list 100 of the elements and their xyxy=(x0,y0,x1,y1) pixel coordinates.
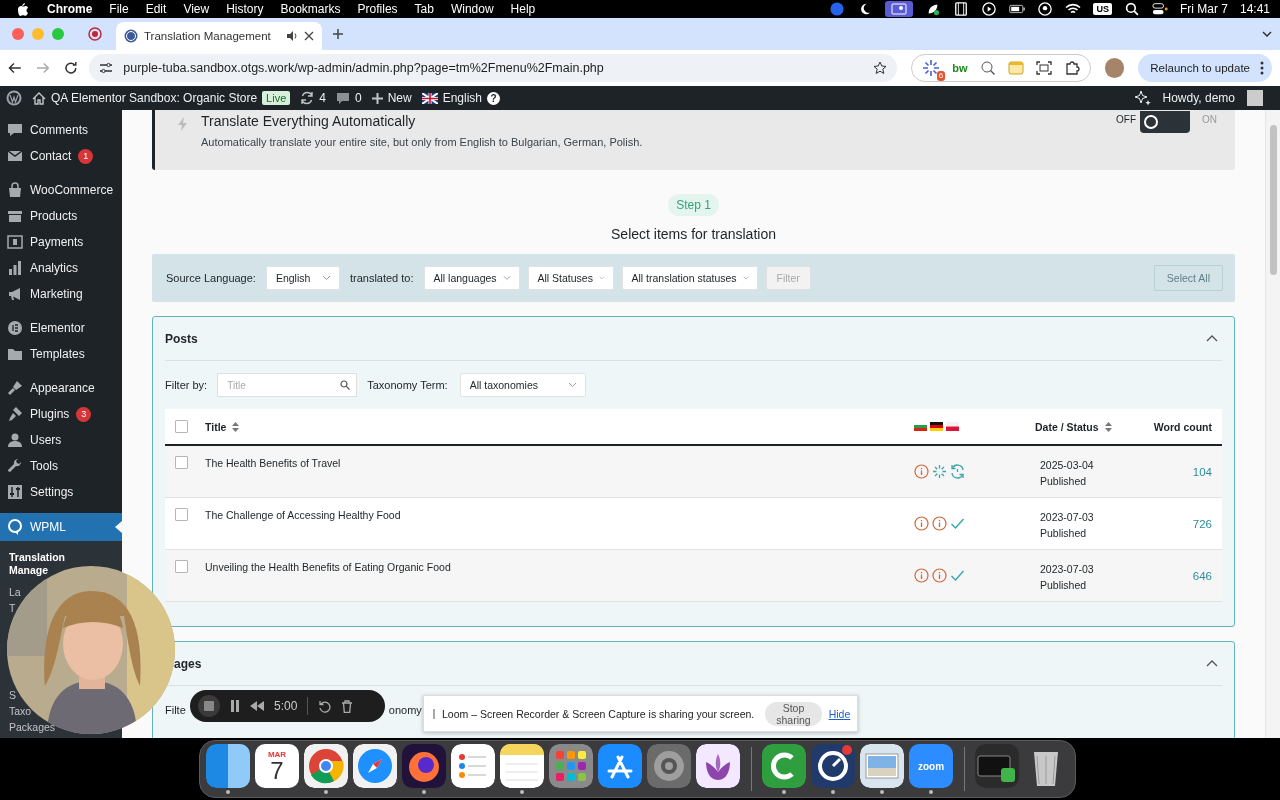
submenu-item[interactable]: Taxo xyxy=(9,705,32,718)
app-icon[interactable] xyxy=(549,744,593,788)
sidebar-item[interactable]: Analytics xyxy=(0,255,122,281)
menu-item[interactable]: Window xyxy=(450,2,494,16)
menu-item[interactable]: File xyxy=(109,2,129,16)
address-bar[interactable]: purple-tuba.sandbox.otgs.work/wp-admin/admin.php?page=tm%2Fmenu%2Fmain.php xyxy=(89,54,898,82)
filter-select[interactable]: All translation statuses xyxy=(621,266,758,290)
reload-icon[interactable] xyxy=(63,61,78,75)
column-header[interactable]: Title xyxy=(205,420,227,433)
film-icon[interactable] xyxy=(953,2,970,16)
sidebar-item[interactable]: Appearance xyxy=(0,375,122,401)
filter-select[interactable]: All languages xyxy=(423,266,520,290)
calendar-app-icon[interactable]: MAR 7 xyxy=(255,744,299,788)
speaker-icon[interactable] xyxy=(286,30,298,42)
control-center-icon[interactable] xyxy=(1151,2,1168,16)
sidebar-item[interactable]: Tools xyxy=(0,453,122,479)
word-count-link[interactable]: 726 xyxy=(1192,517,1212,530)
menu-item[interactable]: Profiles xyxy=(357,2,398,16)
sidebar-item[interactable]: Settings xyxy=(0,479,122,505)
sunburst-icon[interactable] xyxy=(922,59,941,77)
app-icon[interactable] xyxy=(304,744,348,788)
app-icon[interactable] xyxy=(353,744,397,788)
chevron-up-icon[interactable] xyxy=(1206,660,1218,667)
app-icon[interactable] xyxy=(860,744,904,788)
screen-share-icon[interactable] xyxy=(885,1,914,17)
plus-icon[interactable] xyxy=(332,28,344,40)
magnifier-icon[interactable] xyxy=(979,60,996,76)
extension-label[interactable]: bw xyxy=(952,62,968,74)
sidebar-item[interactable]: Payments xyxy=(0,229,122,255)
refresh-icon[interactable] xyxy=(300,91,315,105)
language-switcher[interactable]: English xyxy=(442,91,483,105)
submenu-item[interactable]: Translation Manage xyxy=(9,551,93,577)
info-icon[interactable] xyxy=(931,567,948,584)
info-icon[interactable] xyxy=(913,567,930,584)
app-icon[interactable] xyxy=(696,744,740,788)
wifi-icon[interactable] xyxy=(1065,2,1082,16)
filter-select[interactable]: All Statuses xyxy=(527,266,614,290)
app-icon[interactable] xyxy=(762,744,806,788)
back-icon[interactable] xyxy=(8,62,22,74)
row-checkbox[interactable] xyxy=(175,456,188,469)
app-icon[interactable] xyxy=(451,744,495,788)
sidebar-item[interactable]: WPML xyxy=(0,513,122,541)
sidebar-item[interactable]: Plugins 3 xyxy=(0,401,122,427)
sidebar-item[interactable]: Elementor xyxy=(0,315,122,341)
sidebar-item[interactable]: Products xyxy=(0,203,122,229)
sparkle-icon[interactable] xyxy=(1134,90,1151,106)
app-icon[interactable] xyxy=(598,744,642,788)
stop-sharing-button[interactable]: Stop sharing xyxy=(765,701,822,726)
toggle-switch[interactable] xyxy=(1140,111,1190,133)
word-count-link[interactable]: 646 xyxy=(1192,569,1212,582)
app-icon[interactable] xyxy=(811,744,855,788)
rewind-icon[interactable] xyxy=(250,701,264,711)
user-circle-icon[interactable] xyxy=(1037,2,1054,16)
info-icon[interactable] xyxy=(913,463,930,480)
sidebar-item[interactable]: Templates xyxy=(0,341,122,367)
info-icon[interactable] xyxy=(931,515,948,532)
close-icon[interactable] xyxy=(304,31,314,41)
new-link[interactable]: New xyxy=(387,91,412,105)
word-count-link[interactable]: 104 xyxy=(1192,465,1212,478)
profile-avatar[interactable] xyxy=(1104,58,1125,78)
browser-tab[interactable]: Translation Management xyxy=(116,22,322,50)
sidebar-item[interactable]: Contact 1 xyxy=(0,143,122,169)
relaunch-button[interactable]: Relaunch to update xyxy=(1138,54,1272,82)
trash-icon[interactable] xyxy=(341,699,354,713)
menu-item[interactable]: Edit xyxy=(145,2,167,16)
star-icon[interactable] xyxy=(873,61,888,75)
restart-icon[interactable] xyxy=(318,699,332,713)
submenu-item[interactable]: La xyxy=(9,586,21,599)
row-checkbox[interactable] xyxy=(175,560,188,573)
menu-item[interactable]: History xyxy=(226,2,264,16)
menu-item[interactable]: Bookmarks xyxy=(280,2,341,16)
scrollbar[interactable] xyxy=(1265,110,1280,738)
sidebar-item[interactable]: Comments xyxy=(0,117,122,143)
info-icon[interactable] xyxy=(913,515,930,532)
search-icon[interactable] xyxy=(1123,2,1140,16)
comment-icon[interactable] xyxy=(336,91,350,105)
app-icon[interactable] xyxy=(975,744,1019,788)
wordpress-icon[interactable] xyxy=(6,90,22,106)
select-all-checkbox[interactable] xyxy=(175,420,188,433)
spinner-icon[interactable] xyxy=(931,463,948,480)
battery-icon[interactable] xyxy=(1009,2,1026,16)
menu-item[interactable]: View xyxy=(183,2,210,16)
pause-icon[interactable] xyxy=(230,700,240,712)
search-field[interactable]: Title xyxy=(217,373,358,397)
app-icon[interactable] xyxy=(206,744,250,788)
play-icon[interactable] xyxy=(981,2,998,16)
menu-item[interactable]: Tab xyxy=(414,2,434,16)
app-icon[interactable] xyxy=(402,744,446,788)
circle-icon[interactable] xyxy=(829,2,846,16)
greeting-link[interactable]: Howdy, demo xyxy=(1162,91,1235,105)
app-icon[interactable] xyxy=(500,744,544,788)
source-language-select[interactable]: English xyxy=(265,266,340,290)
updates-count[interactable]: 4 xyxy=(319,91,326,105)
record-icon[interactable] xyxy=(88,27,102,41)
stop-button[interactable] xyxy=(198,695,220,717)
sidebar-item[interactable]: WooCommerce xyxy=(0,177,122,203)
taxonomy-select[interactable]: All taxonomies xyxy=(459,373,586,397)
input-source[interactable]: US xyxy=(1093,3,1112,15)
app-menu[interactable]: Chrome xyxy=(47,2,93,16)
submenu-item[interactable]: S xyxy=(9,689,16,702)
